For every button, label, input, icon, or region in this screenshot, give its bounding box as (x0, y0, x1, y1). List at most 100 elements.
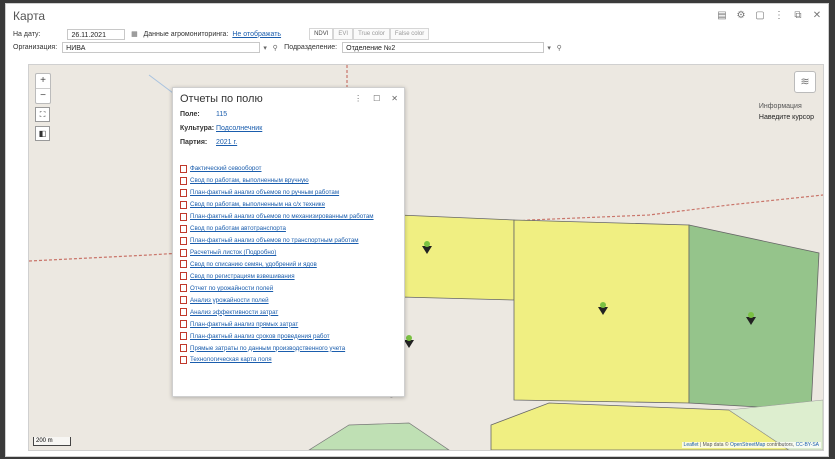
field-marker[interactable] (745, 311, 757, 325)
report-label: План-фактный анализ объемов по механизир… (190, 213, 374, 221)
attribution-text: | Map data © (699, 442, 729, 448)
report-label: Свод по работам, выполненным на с/х техн… (190, 201, 326, 209)
document-icon (180, 236, 187, 245)
more-icon[interactable]: ⋮ (774, 10, 784, 21)
report-label: Анализ урожайности полей (190, 296, 269, 304)
report-link[interactable]: План-фактный анализ прямых затрат (180, 318, 374, 330)
close-icon[interactable]: ✕ (812, 10, 822, 21)
document-icon (180, 355, 187, 364)
report-label: Свод по регистрациям взвешивания (190, 272, 295, 280)
window-buttons: ▤ ⚙ ▢ ⋮ ⧉ ✕ (717, 10, 822, 21)
panel-buttons: ⋮ ☐ ✕ (354, 94, 398, 103)
report-label: Расчетный листок (Подробно) (190, 249, 277, 257)
document-icon (180, 212, 187, 221)
maximize-icon[interactable]: ☐ (373, 94, 380, 103)
date-row: На дату: 26.11.2021 ▦ Данные агромонитор… (13, 28, 430, 40)
field-value[interactable]: 115 (216, 111, 227, 118)
crop-value[interactable]: Подсолнечник (216, 125, 262, 132)
report-list: Фактический севооборот Свод по работам, в… (180, 163, 374, 366)
zoom-control: + − (35, 73, 51, 104)
field-marker[interactable] (597, 301, 609, 315)
report-link[interactable]: Свод по списанию семян, удобрений и ядов (180, 259, 374, 271)
report-link[interactable]: Свод по работам, выполненным на с/х техн… (180, 199, 374, 211)
zoom-out-button[interactable]: − (36, 89, 50, 103)
report-link[interactable]: План-фактный анализ объемов по ручным ра… (180, 187, 374, 199)
division-select[interactable]: Отделение №2 (342, 42, 545, 53)
settings-icon[interactable]: ⚙ (736, 10, 746, 21)
document-icon (180, 260, 187, 269)
document-icon (180, 320, 187, 329)
report-link[interactable]: План-фактный анализ объемов по транспорт… (180, 235, 374, 247)
report-label: Анализ эффективности затрат (190, 308, 279, 316)
chevron-down-icon[interactable]: ▾ (260, 42, 270, 53)
field-polygon (398, 214, 515, 301)
field-row: Поле: 115 (180, 111, 227, 118)
org-select[interactable]: НИВА (62, 42, 261, 53)
document-icon (180, 284, 187, 293)
batch-label: Партия: (180, 139, 208, 146)
report-link[interactable]: План-фактный анализ объемов по механизир… (180, 211, 374, 223)
map-window: Карта ▤ ⚙ ▢ ⋮ ⧉ ✕ На дату: 26.11.2021 ▦ … (5, 3, 829, 457)
agro-link[interactable]: Не отображать (232, 31, 281, 38)
more-icon[interactable]: ⋮ (354, 94, 362, 103)
report-link[interactable]: Расчетный листок (Подробно) (180, 247, 374, 259)
report-label: План-фактный анализ объемов по ручным ра… (190, 189, 340, 197)
link-icon[interactable]: ⚲ (554, 42, 564, 53)
document-icon (180, 272, 187, 281)
report-link[interactable]: Анализ урожайности полей (180, 294, 374, 306)
false-color-button[interactable]: False color (389, 28, 430, 40)
report-label: Фактический севооборот (190, 165, 262, 173)
document-icon (180, 200, 187, 209)
layers-icon[interactable]: ≋ (794, 71, 816, 93)
chevron-down-icon[interactable]: ▾ (544, 42, 554, 53)
report-link[interactable]: План-фактный анализ сроков проведения ра… (180, 330, 374, 342)
draw-rectangle-icon[interactable]: ◧ (35, 126, 50, 141)
date-input[interactable]: 26.11.2021 (67, 28, 126, 40)
attribution-contributors: contributors, (766, 442, 795, 448)
close-icon[interactable]: ✕ (391, 94, 398, 103)
report-label: Технологическая карта поля (190, 356, 272, 364)
restore-icon[interactable]: ⧉ (793, 10, 803, 21)
batch-value[interactable]: 2021 г. (216, 139, 237, 146)
map-attribution: Leaflet | Map data © OpenStreetMap contr… (681, 442, 821, 448)
report-label: Прямые затраты по данным производственно… (190, 344, 346, 352)
report-link[interactable]: Свод по работам автотранспорта (180, 223, 374, 235)
report-link[interactable]: Технологическая карта поля (180, 354, 374, 366)
link-icon[interactable]: ⚲ (270, 42, 280, 53)
org-row: Организация: НИВА ▾ ⚲ Подразделение: Отд… (13, 42, 564, 53)
report-link[interactable]: Прямые затраты по данным производственно… (180, 342, 374, 354)
zoom-in-button[interactable]: + (36, 74, 50, 89)
document-icon (180, 188, 187, 197)
scale-bar: 200 m (33, 437, 71, 446)
document-icon (180, 224, 187, 233)
document-icon (180, 344, 187, 353)
field-reports-panel: Отчеты по полю ⋮ ☐ ✕ Поле: 115 Культура:… (172, 87, 405, 397)
field-marker[interactable] (421, 240, 433, 254)
report-link[interactable]: Свод по работам, выполненным вручную (180, 175, 374, 187)
index-buttons: NDVI EVI True color False color (309, 28, 430, 40)
report-label: Свод по работам автотранспорта (190, 225, 286, 233)
document-icon[interactable]: ▢ (755, 10, 765, 21)
true-color-button[interactable]: True color (353, 28, 390, 40)
osm-link[interactable]: OpenStreetMap (730, 442, 765, 448)
field-label: Поле: (180, 111, 200, 118)
report-link[interactable]: Отчет по урожайности полей (180, 282, 374, 294)
evi-button[interactable]: EVI (333, 28, 354, 40)
leaflet-link[interactable]: Leaflet (684, 442, 699, 448)
license-link[interactable]: CC-BY-SA (796, 442, 819, 448)
report-link[interactable]: Свод по регистрациям взвешивания (180, 270, 374, 282)
info-title: Информация (758, 103, 802, 110)
document-icon (180, 164, 187, 173)
fullscreen-icon[interactable]: ⛶ (35, 107, 50, 122)
ndvi-button[interactable]: NDVI (309, 28, 334, 40)
map-area[interactable]: + − ⛶ ◧ ≋ Информация Наведите курсор 200… (28, 64, 824, 451)
report-link[interactable]: Фактический севооборот (180, 163, 374, 175)
save-icon[interactable]: ▤ (717, 10, 727, 21)
report-label: Свод по работам, выполненным вручную (190, 177, 309, 185)
report-label: План-фактный анализ сроков проведения ра… (190, 332, 330, 340)
info-box: Информация Наведите курсор (759, 101, 814, 123)
report-link[interactable]: Анализ эффективности затрат (180, 306, 374, 318)
document-icon (180, 332, 187, 341)
date-label: На дату: (13, 30, 41, 38)
calendar-icon[interactable]: ▦ (129, 29, 139, 40)
